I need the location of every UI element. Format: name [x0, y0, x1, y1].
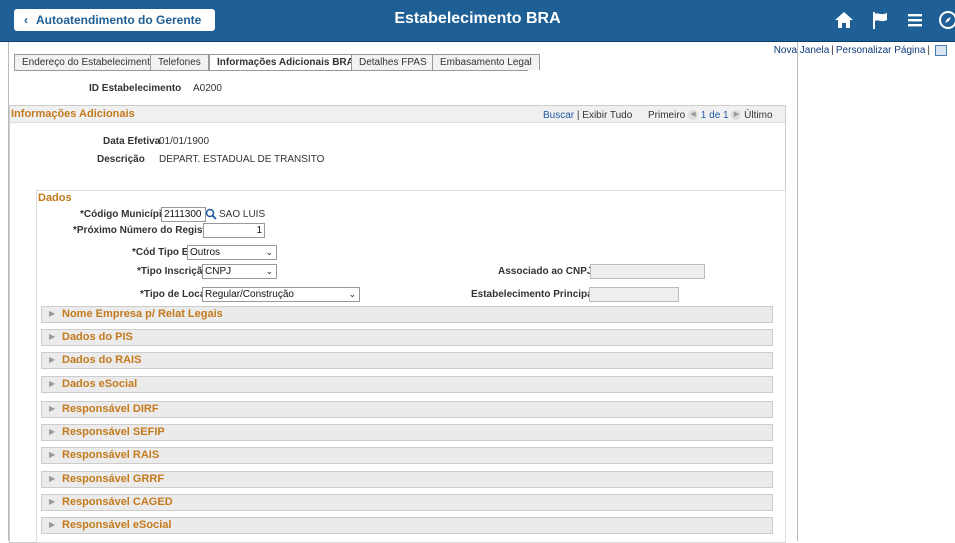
- home-icon[interactable]: [834, 10, 854, 30]
- collapsible-title: Dados do RAIS: [62, 354, 142, 366]
- cod-tipo-estab-value: Outros: [190, 247, 221, 258]
- proximo-numero-input[interactable]: 1: [203, 223, 265, 238]
- collapsible-nome-empresa[interactable]: ▶ Nome Empresa p/ Relat Legais: [41, 306, 773, 323]
- collapsible-responsavel-esocial[interactable]: ▶ Responsável eSocial: [41, 517, 773, 534]
- chevron-left-icon: ‹: [24, 13, 28, 27]
- header-bar: ‹ Autoatendimento do Gerente Estabelecime…: [0, 0, 955, 42]
- id-estabelecimento-label: ID Estabelecimento: [89, 83, 182, 94]
- collapsible-title: Responsável RAIS: [62, 449, 160, 461]
- expand-triangle-icon: ▶: [49, 332, 56, 341]
- municipio-label: *Código Município: [80, 209, 168, 220]
- flag-icon[interactable]: [870, 10, 890, 30]
- collapsible-responsavel-dirf[interactable]: ▶ Responsável DIRF: [41, 401, 773, 418]
- paging-counter: 1 de 1: [700, 110, 729, 121]
- back-button[interactable]: ‹ Autoatendimento do Gerente: [14, 9, 216, 31]
- expand-triangle-icon: ▶: [49, 427, 56, 436]
- tipo-inscricao-select[interactable]: CNPJ ⌄: [202, 264, 277, 279]
- collapsible-title: Responsável SEFIP: [62, 426, 165, 438]
- estab-principal-label: Estabelecimento Principal: [471, 289, 596, 300]
- info-section-title: Informações Adicionais: [11, 108, 135, 120]
- expand-triangle-icon: ▶: [49, 520, 56, 529]
- collapsible-title: Responsável eSocial: [62, 519, 172, 531]
- info-section-header: Informações Adicionais Buscar | Exibir T…: [10, 106, 785, 123]
- collapsible-title: Nome Empresa p/ Relat Legais: [62, 308, 223, 320]
- collapsible-responsavel-rais[interactable]: ▶ Responsável RAIS: [41, 447, 773, 464]
- compass-icon[interactable]: [938, 10, 955, 30]
- page-links: Nova Janela | Personalizar Página |: [774, 45, 947, 56]
- collapsible-title: Responsável GRRF: [62, 473, 165, 485]
- description-value: DEPART. ESTADUAL DE TRANSITO: [159, 154, 325, 165]
- effective-date-label: Data Efetiva: [103, 136, 161, 147]
- expand-triangle-icon: ▶: [49, 379, 56, 388]
- section-nav: Buscar | Exibir Tudo: [543, 110, 633, 121]
- tipo-local-label: *Tipo de Local: [140, 289, 209, 300]
- associado-cnpj-field: [590, 264, 705, 279]
- collapsible-dados-pis[interactable]: ▶ Dados do PIS: [41, 329, 773, 346]
- chevron-down-icon: ⌄: [265, 266, 273, 276]
- tipo-local-select[interactable]: Regular/Construção ⌄: [202, 287, 360, 302]
- tipo-inscricao-label: *Tipo Inscrição: [137, 266, 209, 277]
- collapsible-title: Dados eSocial: [62, 378, 138, 390]
- tab-detalhes-fpas[interactable]: Detalhes FPAS: [351, 54, 435, 70]
- collapsible-responsavel-caged[interactable]: ▶ Responsável CAGED: [41, 494, 773, 511]
- lookup-icon[interactable]: [205, 208, 217, 220]
- proximo-numero-label: *Próximo Número do Registro: [73, 225, 216, 236]
- municipio-name: SAO LUIS: [219, 209, 266, 220]
- personalize-page-link[interactable]: Personalizar Página: [836, 45, 926, 56]
- new-window-link[interactable]: Nova Janela: [774, 45, 830, 56]
- first-link[interactable]: Primeiro: [648, 110, 685, 121]
- last-link[interactable]: Último: [744, 110, 772, 121]
- tab-telefones[interactable]: Telefones: [150, 54, 209, 70]
- chevron-down-icon: ⌄: [265, 247, 273, 257]
- next-icon[interactable]: ▶: [731, 110, 742, 121]
- estab-principal-field: [589, 287, 679, 302]
- search-link[interactable]: Buscar: [543, 110, 574, 121]
- collapsible-responsavel-sefip[interactable]: ▶ Responsável SEFIP: [41, 424, 773, 441]
- associado-cnpj-label: Associado ao CNPJ: [498, 266, 593, 277]
- expand-triangle-icon: ▶: [49, 450, 56, 459]
- effective-date-value: 01/01/1900: [159, 136, 210, 147]
- expand-triangle-icon: ▶: [49, 355, 56, 364]
- paging-nav: Primeiro ◀ 1 de 1 ▶ Último: [648, 110, 773, 121]
- tab-informacoes-adicionais[interactable]: Informações Adicionais BRA: [209, 54, 362, 71]
- tab-endereco[interactable]: Endereço do Estabelecimento: [14, 54, 164, 70]
- collapsible-title: Responsável CAGED: [62, 496, 173, 508]
- spreadsheet-icon[interactable]: [935, 45, 947, 56]
- collapsible-dados-esocial[interactable]: ▶ Dados eSocial: [41, 376, 773, 393]
- municipio-input[interactable]: 2111300: [161, 207, 206, 222]
- collapsible-responsavel-grrf[interactable]: ▶ Responsável GRRF: [41, 471, 773, 488]
- menu-icon[interactable]: [905, 10, 925, 30]
- expand-triangle-icon: ▶: [49, 309, 56, 318]
- expand-triangle-icon: ▶: [49, 474, 56, 483]
- collapsible-title: Dados do PIS: [62, 331, 133, 343]
- show-all-link[interactable]: Exibir Tudo: [582, 110, 632, 121]
- tab-embasamento-legal[interactable]: Embasamento Legal: [432, 54, 540, 70]
- tab-underline: [14, 70, 528, 71]
- collapsible-dados-rais[interactable]: ▶ Dados do RAIS: [41, 352, 773, 369]
- expand-triangle-icon: ▶: [49, 497, 56, 506]
- tipo-local-value: Regular/Construção: [205, 289, 294, 300]
- previous-icon[interactable]: ◀: [688, 110, 699, 121]
- collapsible-title: Responsável DIRF: [62, 403, 159, 415]
- dados-title: Dados: [38, 192, 72, 204]
- id-estabelecimento-value: A0200: [193, 83, 222, 94]
- chevron-down-icon: ⌄: [348, 289, 356, 299]
- expand-triangle-icon: ▶: [49, 404, 56, 413]
- description-label: Descrição: [97, 154, 145, 165]
- tipo-inscricao-value: CNPJ: [205, 266, 232, 277]
- cod-tipo-estab-select[interactable]: Outros ⌄: [187, 245, 277, 260]
- back-button-label: Autoatendimento do Gerente: [36, 13, 202, 27]
